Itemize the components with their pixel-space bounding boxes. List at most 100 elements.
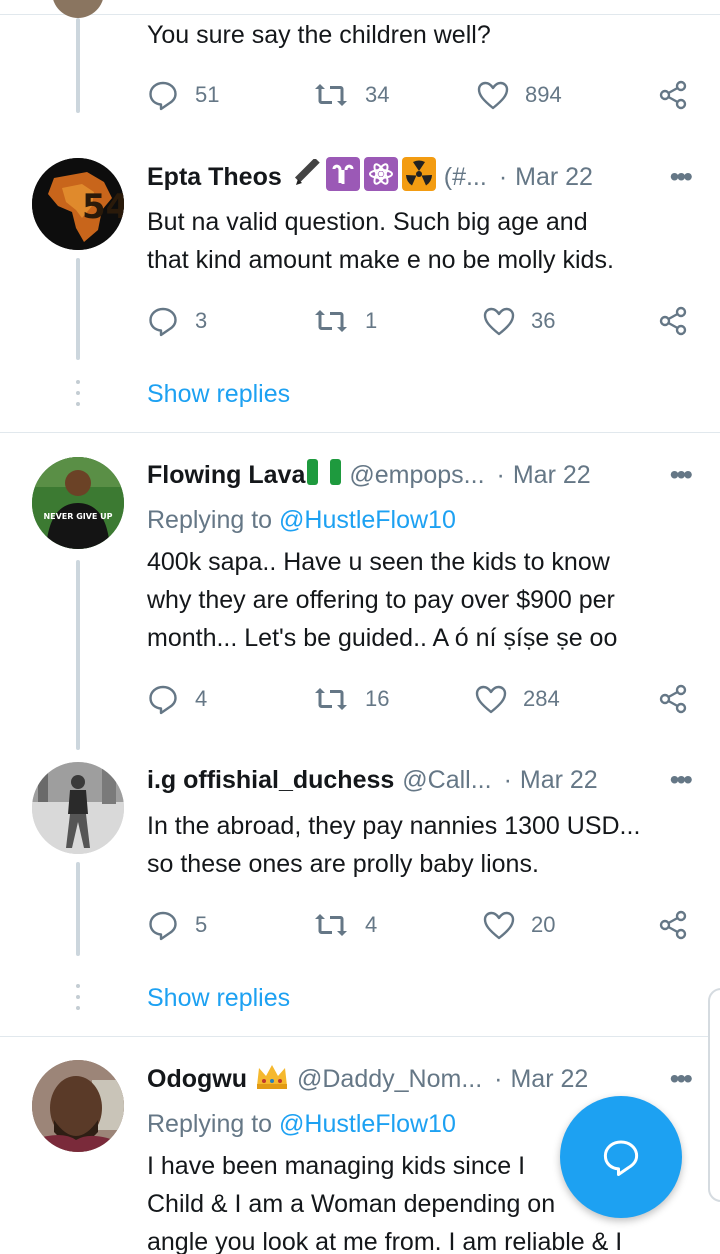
reply-icon xyxy=(149,685,177,715)
reply-count: 4 xyxy=(195,686,208,711)
reply-count: 3 xyxy=(195,308,208,333)
like-button[interactable]: 20 xyxy=(483,905,555,945)
like-button[interactable]: 894 xyxy=(477,75,562,115)
retweet-button[interactable]: 1 xyxy=(313,301,377,341)
thread-line xyxy=(76,560,80,750)
top-divider xyxy=(0,14,720,15)
thread-line xyxy=(76,258,80,360)
heart-icon xyxy=(475,685,507,714)
heart-icon xyxy=(477,81,509,110)
avatar-image xyxy=(32,1060,124,1152)
like-count: 36 xyxy=(531,308,556,333)
tweet-date[interactable]: Mar 22 xyxy=(513,461,591,490)
share-icon xyxy=(659,910,687,940)
like-button[interactable]: 36 xyxy=(483,301,555,341)
user-handle: @Call... xyxy=(402,765,492,794)
thread-dots xyxy=(76,380,80,413)
radioactive-emoji-icon xyxy=(401,156,436,198)
svg-text:54: 54 xyxy=(82,187,124,227)
reply-button[interactable]: 5 xyxy=(147,905,207,945)
separator-dot: · xyxy=(498,162,508,191)
tweet-date[interactable]: Mar 22 xyxy=(510,1065,588,1094)
user-name[interactable]: Flowing Lava xyxy=(147,461,305,490)
retweet-count: 4 xyxy=(365,912,378,937)
retweet-count: 16 xyxy=(365,686,390,711)
reply-button[interactable]: 51 xyxy=(147,75,219,115)
like-count: 284 xyxy=(523,686,560,711)
tweet-header: i.g offishial_duchess @Call... · Mar 22 … xyxy=(147,760,693,800)
more-options-icon[interactable]: ••• xyxy=(670,766,693,794)
reply-button[interactable]: 4 xyxy=(147,679,207,719)
user-handle: @Daddy_Nom... xyxy=(296,1064,483,1093)
user-handle: (#... xyxy=(443,162,487,191)
user-name[interactable]: Odogwu xyxy=(147,1065,247,1094)
reply-button[interactable]: 3 xyxy=(147,301,207,341)
avatar[interactable] xyxy=(32,762,124,854)
replying-to: Replying to @HustleFlow10 xyxy=(147,506,456,534)
tweet-text: You sure say the children well? xyxy=(147,21,491,49)
like-count: 894 xyxy=(525,82,562,107)
tweet-actions: 5 4 20 xyxy=(147,905,692,945)
mention-link[interactable]: @HustleFlow10 xyxy=(279,506,456,534)
avatar-previous[interactable] xyxy=(52,0,104,18)
atom-emoji-icon xyxy=(363,156,398,198)
heart-icon xyxy=(483,307,515,336)
aries-emoji-icon xyxy=(325,156,360,198)
reply-icon xyxy=(149,307,177,337)
show-replies-link[interactable]: Show replies xyxy=(147,984,290,1013)
tweet-actions: 51 34 894 xyxy=(147,75,692,115)
like-button[interactable]: 284 xyxy=(475,679,560,719)
tweet-text: I have been managing kids since I Child … xyxy=(147,1152,623,1254)
tweet-text: In the abroad, they pay nannies 1300 USD… xyxy=(147,812,641,878)
retweet-count: 1 xyxy=(365,308,378,333)
share-button[interactable] xyxy=(657,905,689,945)
separator-dot: · xyxy=(494,1064,503,1093)
retweet-count: 34 xyxy=(365,82,390,107)
share-button[interactable] xyxy=(657,679,689,719)
thread-dots xyxy=(76,984,80,1017)
share-icon xyxy=(659,80,687,110)
share-button[interactable] xyxy=(657,75,689,115)
like-count: 20 xyxy=(531,912,556,937)
avatar[interactable] xyxy=(32,1060,124,1152)
show-replies-link[interactable]: Show replies xyxy=(147,380,290,409)
retweet-button[interactable]: 4 xyxy=(313,905,377,945)
retweet-icon xyxy=(315,688,347,710)
more-options-icon[interactable]: ••• xyxy=(670,461,693,489)
reply-icon xyxy=(149,911,177,941)
avatar[interactable]: NEVER GIVE UP xyxy=(32,457,124,549)
svg-text:NEVER GIVE UP: NEVER GIVE UP xyxy=(43,512,112,521)
reply-icon xyxy=(149,81,177,111)
tweet-divider xyxy=(0,432,720,433)
avatar[interactable]: 54 xyxy=(32,158,124,250)
retweet-icon xyxy=(315,310,347,332)
avatar-image: 54 xyxy=(32,158,124,250)
user-handle: @empops... xyxy=(349,460,485,489)
tweet-date[interactable]: Mar 22 xyxy=(520,766,598,795)
tweet-header: Flowing Lava @empops... · Mar 22 ••• xyxy=(147,455,693,495)
more-options-icon[interactable]: ••• xyxy=(670,1065,693,1093)
nigeria-flag-icon xyxy=(307,458,342,492)
share-button[interactable] xyxy=(657,301,689,341)
retweet-button[interactable]: 16 xyxy=(313,679,389,719)
thread-line xyxy=(76,862,80,956)
heart-icon xyxy=(483,911,515,940)
tweet-actions: 4 16 284 xyxy=(147,679,692,719)
user-name[interactable]: Epta Theos xyxy=(147,163,282,192)
retweet-icon xyxy=(315,84,347,106)
tweet-date[interactable]: Mar 22 xyxy=(515,163,593,192)
avatar-image xyxy=(32,762,124,854)
tweet-actions: 3 1 36 xyxy=(147,301,692,341)
tweet-text: 400k sapa.. Have u seen the kids to know… xyxy=(147,548,618,652)
edge-panel-handle[interactable] xyxy=(708,988,720,1202)
retweet-button[interactable]: 34 xyxy=(313,75,389,115)
user-name[interactable]: i.g offishial_duchess xyxy=(147,766,394,795)
mention-link[interactable]: @HustleFlow10 xyxy=(279,1110,456,1138)
tweet-header: Epta Theos (#... · Mar 22 ••• xyxy=(147,156,693,198)
reply-count: 5 xyxy=(195,912,208,937)
tweet-header: Odogwu @Daddy_Nom... · Mar 22 ••• xyxy=(147,1059,693,1099)
share-icon xyxy=(659,684,687,714)
share-icon xyxy=(659,306,687,336)
compose-reply-button[interactable] xyxy=(560,1096,682,1218)
more-options-icon[interactable]: ••• xyxy=(670,163,693,191)
